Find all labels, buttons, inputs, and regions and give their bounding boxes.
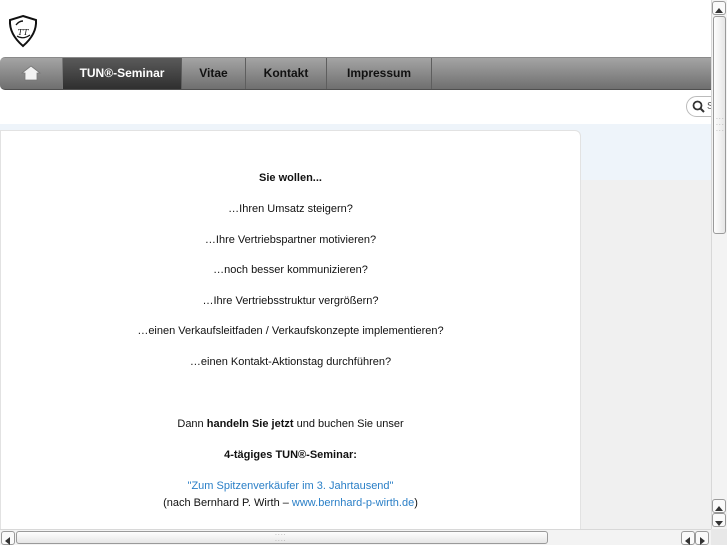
call-to-action: Dann handeln Sie jetzt und buchen Sie un… (177, 418, 404, 430)
arrow-left-icon (5, 537, 10, 545)
question-item: …einen Kontakt-Aktionstag durchführen? (189, 356, 392, 368)
arrow-right-icon (700, 537, 705, 545)
shield-logo-icon[interactable]: TT (7, 14, 39, 48)
horizontal-scrollbar[interactable]: ···· ···· (0, 529, 711, 545)
vertical-scroll-thumb[interactable]: ··· ··· ··· (713, 16, 726, 234)
grip-icon: ···· ···· (275, 532, 287, 545)
scroll-left-button[interactable] (1, 531, 15, 545)
question-item: …einen Verkaufsleitfaden / Verkaufskonze… (137, 325, 444, 337)
author-website-link[interactable]: www.bernhard-p-wirth.de (292, 497, 414, 509)
content-heading: Sie wollen... (259, 172, 322, 184)
scrollbar-corner (711, 529, 727, 545)
question-item: …Ihren Umsatz steigern? (228, 203, 353, 215)
main-navigation: TUN®-Seminar Vitae Kontakt Impressum (0, 57, 711, 90)
seminar-link[interactable]: "Zum Spitzenverkäufer im 3. Jahrtausend" (188, 480, 394, 492)
seminar-name: "Zum Spitzenverkäufer im 3. Jahrtausend" (1, 480, 580, 492)
nav-item-tun-seminar[interactable]: TUN®-Seminar (63, 58, 182, 89)
grip-icon: ··· ··· ··· (716, 116, 725, 135)
nav-item-home[interactable] (0, 58, 63, 89)
question-item: …noch besser kommunizieren? (213, 264, 368, 276)
nav-item-impressum[interactable]: Impressum (327, 58, 432, 89)
arrow-left-icon (685, 537, 690, 545)
scroll-down-button[interactable] (712, 513, 726, 527)
question-item: …Ihre Vertriebsstruktur vergrößern? (202, 295, 379, 307)
nav-item-kontakt[interactable]: Kontakt (246, 58, 327, 89)
page-viewport: TT TUN®-Seminar Vitae Kontakt Impressum … (0, 0, 711, 529)
scroll-up-button[interactable] (712, 1, 726, 15)
svg-text:TT: TT (18, 28, 29, 37)
horizontal-scroll-thumb[interactable]: ···· ···· (16, 531, 548, 545)
question-item: …Ihre Vertriebspartner motivieren? (204, 234, 377, 246)
content-panel: Sie wollen... …Ihren Umsatz steigern? …I… (0, 130, 581, 529)
scroll-right-button[interactable] (695, 531, 709, 545)
scroll-up-button-lower[interactable] (712, 499, 726, 513)
search-box[interactable] (686, 96, 711, 117)
seminar-title: 4-tägiges TUN®-Seminar: (224, 449, 357, 461)
scroll-left-button-right[interactable] (681, 531, 695, 545)
arrow-down-icon (715, 521, 723, 526)
home-icon (20, 65, 42, 81)
author-credit: (nach Bernhard P. Wirth – www.bernhard-p… (163, 497, 418, 509)
vertical-scrollbar[interactable]: ··· ··· ··· (711, 0, 727, 529)
nav-item-vitae[interactable]: Vitae (182, 58, 246, 89)
search-icon[interactable] (692, 100, 705, 113)
